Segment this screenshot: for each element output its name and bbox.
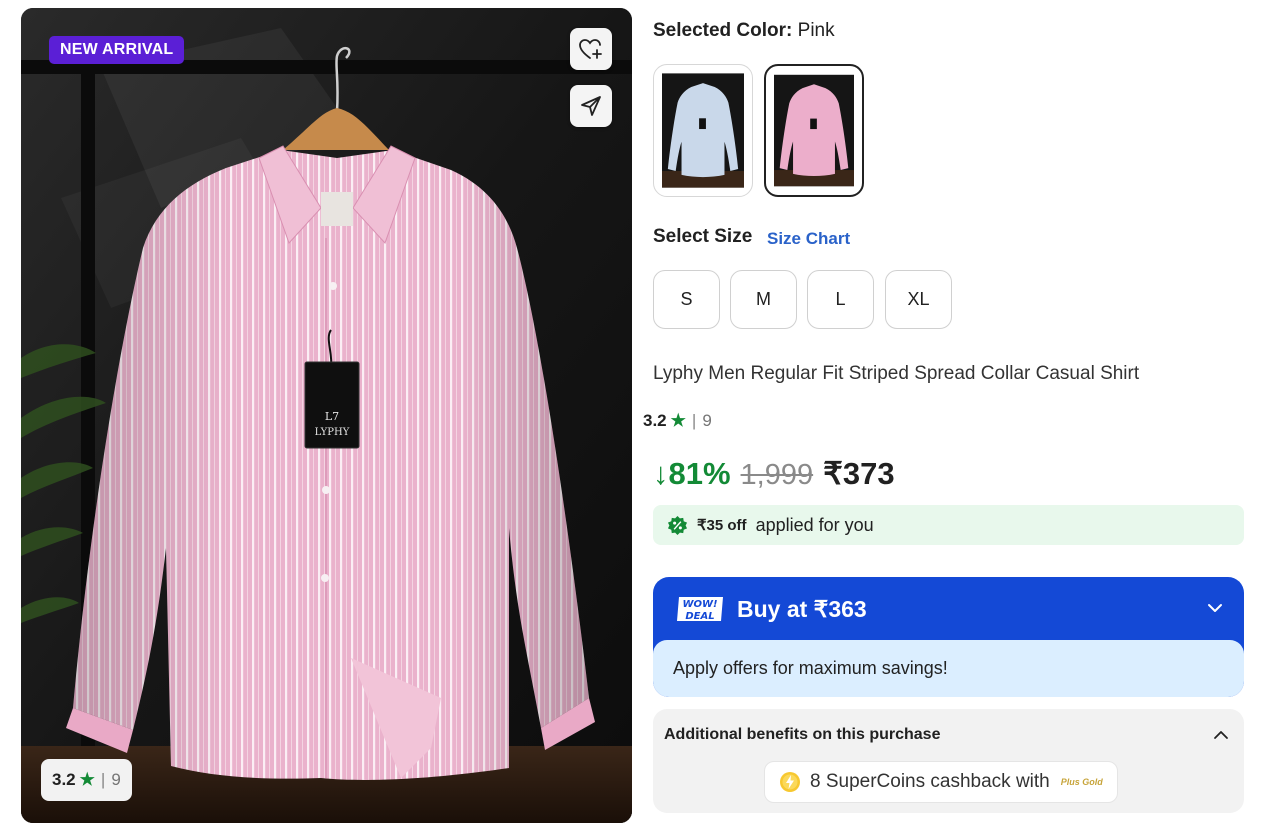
chevron-up-icon[interactable] <box>1212 726 1230 744</box>
offers-hint-text: Apply offers for maximum savings! <box>673 658 948 678</box>
selected-color-label: Selected Color: <box>653 20 793 41</box>
heart-plus-icon <box>579 39 602 59</box>
star-icon: ★ <box>79 770 95 789</box>
original-price: 1,999 <box>740 459 814 491</box>
star-icon: ★ <box>670 411 686 430</box>
coupon-applied-text: applied for you <box>755 514 874 535</box>
image-rating-badge: 3.2 ★ | 9 <box>41 759 132 801</box>
discount-percent: ↓81% <box>653 456 731 491</box>
rating-divider: | <box>691 411 697 430</box>
selected-color-row: Selected Color: Pink <box>653 20 835 42</box>
product-page: L7 LYPHY NEW ARRIVAL 3.2 ★ | 9 Selected … <box>0 0 1264 830</box>
select-size-label: Select Size <box>653 226 753 247</box>
wow-deal-logo: WOW! DEAL <box>677 597 723 622</box>
product-image-gallery[interactable]: L7 LYPHY NEW ARRIVAL 3.2 ★ | 9 <box>21 8 632 823</box>
supercoins-cashback: 8 SuperCoins cashback with Plus Gold <box>764 761 1118 803</box>
wow-deal-header[interactable]: WOW! DEAL Buy at ₹363 <box>653 577 1244 641</box>
size-option-xl[interactable]: XL <box>885 270 952 329</box>
wishlist-button[interactable] <box>570 28 612 70</box>
svg-text:DEAL: DEAL <box>685 611 714 622</box>
tag-brand-text: LYPHY <box>315 427 350 438</box>
additional-benefits-card: Additional benefits on this purchase 8 S… <box>653 709 1244 813</box>
svg-text:WOW!: WOW! <box>682 599 717 610</box>
image-rating-value: 3.2 <box>52 770 76 789</box>
supercoins-text: 8 SuperCoins cashback with <box>810 771 1050 792</box>
size-chart-link[interactable]: Size Chart <box>767 229 850 249</box>
rating-divider: | <box>100 770 106 789</box>
coupon-amount: ₹35 off <box>697 517 747 534</box>
pink-shirt-thumbnail <box>774 74 854 187</box>
color-swatch-pink[interactable] <box>764 64 864 197</box>
product-title: Lyphy Men Regular Fit Striped Spread Col… <box>653 363 1140 384</box>
size-option-m[interactable]: M <box>730 270 797 329</box>
buy-at-price: Buy at ₹363 <box>737 595 867 622</box>
selling-price: ₹373 <box>823 456 895 491</box>
offers-hint[interactable]: Apply offers for maximum savings! <box>653 640 1244 697</box>
image-rating-count: 9 <box>111 770 121 789</box>
selected-color-value: Pink <box>797 20 835 41</box>
svg-text:L7: L7 <box>325 410 339 423</box>
share-button[interactable] <box>570 85 612 127</box>
new-arrival-badge: NEW ARRIVAL <box>49 36 185 64</box>
color-swatch-blue[interactable] <box>653 64 753 197</box>
wow-deal-card[interactable]: WOW! DEAL Buy at ₹363 Apply offers for m… <box>653 577 1244 697</box>
benefits-title: Additional benefits on this purchase <box>664 726 941 743</box>
size-option-l[interactable]: L <box>807 270 874 329</box>
rating-value: 3.2 <box>643 411 667 430</box>
product-rating[interactable]: 3.2 ★ | 9 <box>643 411 712 431</box>
supercoin-icon <box>780 772 800 792</box>
rating-count: 9 <box>702 411 712 430</box>
plus-gold-logo: Plus Gold <box>1060 777 1103 787</box>
coupon-applied-banner: ₹35 off applied for you <box>653 505 1244 545</box>
discount-badge-icon <box>667 515 688 535</box>
product-photo: L7 LYPHY <box>21 8 632 823</box>
chevron-down-icon[interactable] <box>1206 599 1224 617</box>
price-row: ↓81% 1,999 ₹373 <box>653 456 895 492</box>
send-icon <box>581 96 601 116</box>
size-option-s[interactable]: S <box>653 270 720 329</box>
blue-shirt-thumbnail <box>662 73 744 188</box>
product-info-panel: Selected Color: Pink Select Size Size Ch… <box>643 0 1244 830</box>
